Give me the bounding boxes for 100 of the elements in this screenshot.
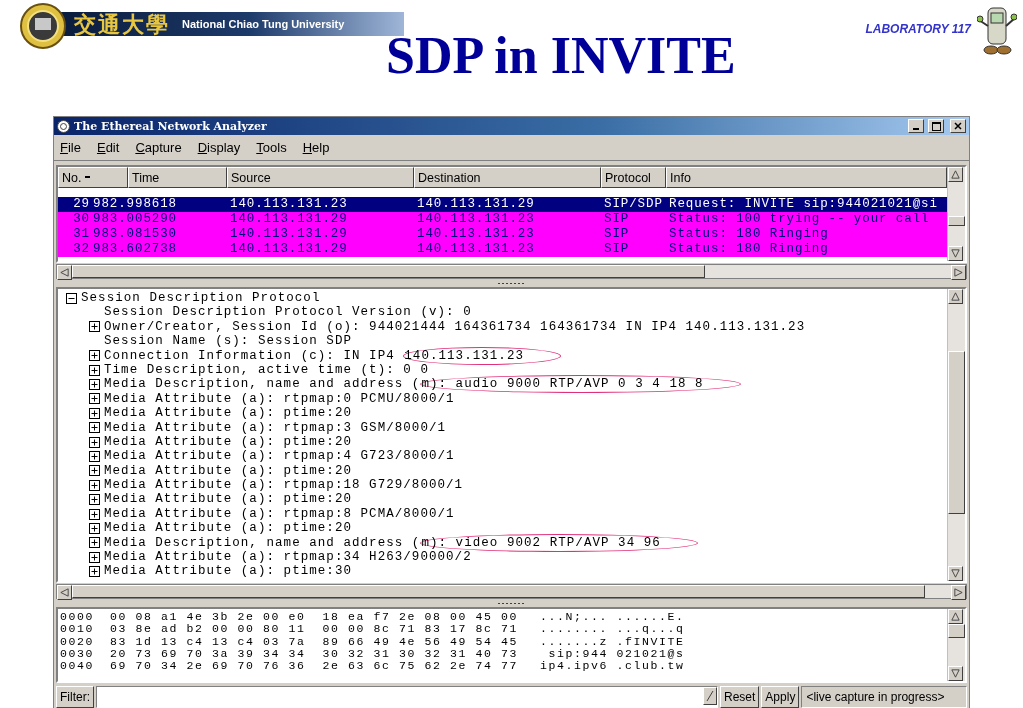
horizontal-scrollbar[interactable] <box>56 584 967 599</box>
expand-icon[interactable] <box>89 508 100 520</box>
down-arrow-icon[interactable] <box>950 668 961 679</box>
scrollbar-thumb[interactable] <box>72 585 925 598</box>
table-cell-text: Status: 180 Ringing <box>668 242 830 257</box>
hex-bytes: 20 73 69 70 3a 39 34 34 30 32 31 30 32 31 40 73 <box>110 647 520 661</box>
ascii-text: ...N;... ......E. <box>540 611 686 624</box>
menu-item[interactable]: Tools <box>256 140 287 155</box>
table-cell-text: 982.998618 <box>92 197 178 212</box>
expand-icon[interactable] <box>89 436 100 448</box>
filter-action-button[interactable]: Apply <box>761 686 800 708</box>
menu-item[interactable]: Help <box>302 140 330 155</box>
menu-item[interactable]: File <box>60 140 81 155</box>
menu-item[interactable]: Display <box>197 140 241 155</box>
expand-icon[interactable] <box>89 494 100 506</box>
splitter-grip-icon[interactable] <box>497 602 526 605</box>
expand-icon[interactable] <box>89 566 100 578</box>
collapse-icon[interactable] <box>66 292 77 304</box>
up-arrow-icon[interactable] <box>950 169 961 180</box>
maximize-icon <box>931 121 941 131</box>
scrollbar-thumb[interactable] <box>72 265 706 278</box>
menu-item[interactable]: Capture <box>135 140 182 155</box>
column-header[interactable]: Source <box>227 167 414 188</box>
table-cell-text: 983.602738 <box>92 242 178 257</box>
ascii-text: ........ ...q...q <box>540 623 686 636</box>
lab-label: LABORATORY 117 <box>865 22 971 36</box>
hex-offset: 0000 <box>60 611 95 624</box>
table-cell-text: 30 <box>72 212 90 227</box>
column-header[interactable]: Destination <box>414 167 601 188</box>
expand-icon[interactable] <box>89 451 100 462</box>
scrollbar-thumb[interactable] <box>948 350 965 514</box>
table-cell-text: 140.113.131.23 <box>416 242 536 257</box>
left-arrow-icon[interactable] <box>59 587 70 598</box>
university-name: National Chiao Tung University <box>182 18 345 30</box>
expand-icon[interactable] <box>89 393 100 405</box>
expand-icon[interactable] <box>89 537 100 549</box>
vertical-scrollbar[interactable] <box>947 167 965 261</box>
table-cell-text: 140.113.131.23 <box>229 197 349 212</box>
packet-row[interactable]: 30 983.005290 140.113.131.29 140.113.131.23 SIP Status: 100 trying -- your call <box>58 212 947 227</box>
table-cell-text: 140.113.131.23 <box>416 212 536 227</box>
table-cell-text: 32 <box>72 242 90 257</box>
column-header[interactable]: No. <box>58 167 128 188</box>
slide-title: SDP in INVITE <box>386 28 736 84</box>
table-cell-text: 140.113.131.29 <box>229 242 349 257</box>
minimize-button[interactable] <box>908 119 924 133</box>
column-header[interactable]: Protocol <box>601 167 666 188</box>
down-arrow-icon[interactable] <box>950 568 961 579</box>
scrollbar-thumb[interactable] <box>948 624 965 638</box>
expand-icon[interactable] <box>89 465 100 477</box>
dropdown-caret-icon <box>706 690 714 702</box>
table-cell-text: Status: 180 Ringing <box>668 227 830 242</box>
right-arrow-icon[interactable] <box>953 587 964 598</box>
ascii-text: sip:944 021021@s <box>547 647 686 661</box>
scrollbar-thumb[interactable] <box>948 216 965 226</box>
down-arrow-icon[interactable] <box>950 248 961 259</box>
hex-bytes: 03 8e ad b2 00 00 80 11 00 00 8c 71 83 17 8c 71 <box>110 623 520 636</box>
app-icon <box>57 119 70 133</box>
expand-icon[interactable] <box>89 551 100 563</box>
vertical-scrollbar[interactable] <box>947 289 965 581</box>
up-arrow-icon[interactable] <box>950 611 961 622</box>
packet-row[interactable]: 31 983.081530 140.113.131.29 140.113.131.23 SIP Status: 180 Ringing <box>58 227 947 242</box>
sort-icon <box>85 176 91 179</box>
expand-icon[interactable] <box>89 321 100 333</box>
table-cell-text: 31 <box>72 227 90 242</box>
table-cell-text: 983.005290 <box>92 212 178 227</box>
vertical-scrollbar[interactable] <box>947 609 965 681</box>
ascii-text: .......z .fINVITE <box>540 635 686 648</box>
filter-button[interactable]: Filter: <box>56 686 94 708</box>
table-cell-text: 140.113.131.29 <box>229 227 349 242</box>
table-cell-text: 983.081530 <box>92 227 178 242</box>
menu-item[interactable]: Edit <box>96 140 120 155</box>
table-cell-text: SIP <box>603 212 631 227</box>
status-text: <live capture in progress> <box>801 686 967 708</box>
table-cell-text: 140.113.131.29 <box>229 212 349 227</box>
horizontal-scrollbar[interactable] <box>56 264 967 279</box>
packet-row[interactable]: 29 982.998618 140.113.131.23 140.113.131.29 SIP/SDP Request: INVITE sip:944021021@si <box>58 197 947 212</box>
expand-icon[interactable] <box>89 350 100 362</box>
seal-icon <box>18 2 68 50</box>
expand-icon[interactable] <box>89 379 100 391</box>
right-arrow-icon[interactable] <box>953 267 964 278</box>
left-arrow-icon[interactable] <box>59 267 70 278</box>
column-header[interactable]: Info <box>666 167 947 188</box>
filter-action-button[interactable]: Reset <box>720 686 760 708</box>
expand-icon[interactable] <box>89 479 100 491</box>
expand-icon[interactable] <box>89 422 100 434</box>
expand-icon[interactable] <box>89 522 100 534</box>
maximize-button[interactable] <box>928 119 944 133</box>
filter-field[interactable] <box>96 686 718 708</box>
packet-row[interactable]: 32 983.602738 140.113.131.29 140.113.131.23 SIP Status: 180 Ringing <box>58 242 947 257</box>
table-cell-text: Status: 100 trying -- your call <box>668 212 931 227</box>
dropdown-button[interactable] <box>703 687 717 705</box>
expand-icon[interactable] <box>89 364 100 376</box>
hex-bytes: 00 08 a1 4e 3b 2e 00 e0 18 ea f7 2e 08 00 45 00 <box>110 611 520 624</box>
up-arrow-icon[interactable] <box>950 291 961 302</box>
splitter-grip-icon[interactable] <box>497 282 526 285</box>
table-cell-text: SIP <box>603 227 631 242</box>
column-header[interactable]: Time <box>128 167 227 188</box>
hex-offset: 0030 <box>60 647 95 661</box>
close-button[interactable] <box>950 119 966 133</box>
expand-icon[interactable] <box>89 407 100 419</box>
